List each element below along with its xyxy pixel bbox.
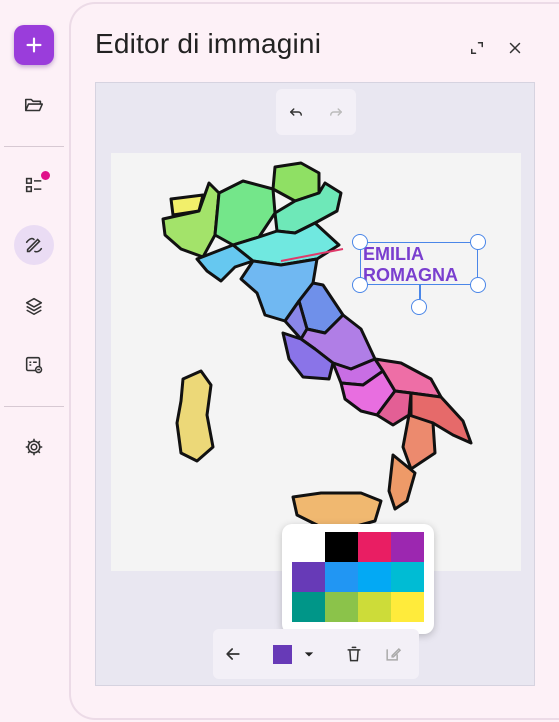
swatch-grid bbox=[292, 532, 424, 622]
arrow-left-icon bbox=[226, 648, 240, 660]
panel-title: Editor di immagini bbox=[95, 28, 322, 59]
color-swatch[interactable] bbox=[292, 592, 325, 622]
annotation-line-1: EMILIA bbox=[363, 244, 424, 264]
color-dropdown-button[interactable] bbox=[297, 642, 321, 666]
layers-button[interactable] bbox=[14, 286, 54, 326]
color-swatch[interactable] bbox=[358, 592, 391, 622]
editor-canvas[interactable]: EMILIA ROMAGNA bbox=[95, 82, 535, 686]
navigation-rail bbox=[0, 0, 68, 722]
rail-divider bbox=[4, 146, 64, 147]
color-swatch[interactable] bbox=[325, 562, 358, 592]
resize-handle-top-left[interactable] bbox=[352, 234, 368, 250]
redo-icon[interactable] bbox=[327, 103, 345, 121]
expand-button[interactable] bbox=[463, 34, 491, 62]
image-link-icon bbox=[25, 356, 43, 374]
gear-icon bbox=[25, 438, 43, 456]
rotate-handle-stem bbox=[419, 285, 421, 299]
resize-handle-bottom-right[interactable] bbox=[470, 277, 486, 293]
trash-icon bbox=[347, 646, 361, 662]
color-swatch[interactable] bbox=[292, 532, 325, 562]
delete-button[interactable] bbox=[342, 642, 366, 666]
settings-button[interactable] bbox=[14, 427, 54, 467]
image-editor-panel: Editor di immagini EMILIA ROMAGNA bbox=[69, 2, 559, 720]
color-swatch[interactable] bbox=[358, 532, 391, 562]
italy-map-image bbox=[161, 161, 473, 529]
media-button[interactable] bbox=[14, 345, 54, 385]
resize-handle-bottom-left[interactable] bbox=[352, 277, 368, 293]
add-button[interactable] bbox=[14, 25, 54, 65]
undo-icon[interactable] bbox=[287, 103, 305, 121]
image-area[interactable]: EMILIA ROMAGNA bbox=[111, 153, 521, 571]
expand-icon bbox=[471, 42, 483, 54]
rotate-handle[interactable] bbox=[411, 299, 427, 315]
color-palette bbox=[282, 524, 434, 634]
draw-icon bbox=[25, 237, 43, 253]
plus-icon bbox=[26, 37, 42, 53]
draw-button[interactable] bbox=[14, 225, 54, 265]
text-annotation[interactable]: EMILIA ROMAGNA bbox=[352, 234, 486, 315]
checklist-button[interactable] bbox=[14, 165, 54, 205]
history-toolbar bbox=[276, 89, 356, 135]
edit-button[interactable] bbox=[381, 642, 405, 666]
caret-down-icon bbox=[304, 652, 314, 657]
edit-icon bbox=[386, 647, 402, 661]
notification-badge bbox=[41, 171, 50, 180]
current-color-swatch[interactable] bbox=[273, 645, 292, 664]
annotation-toolbar bbox=[213, 629, 419, 679]
color-swatch[interactable] bbox=[292, 562, 325, 592]
open-folder-button[interactable] bbox=[14, 85, 54, 125]
annotation-line-2: ROMAGNA bbox=[363, 265, 458, 285]
color-swatch[interactable] bbox=[391, 592, 424, 622]
rail-divider bbox=[4, 406, 64, 407]
close-button[interactable] bbox=[501, 34, 529, 62]
resize-handle-top-right[interactable] bbox=[470, 234, 486, 250]
color-swatch[interactable] bbox=[325, 532, 358, 562]
color-swatch[interactable] bbox=[325, 592, 358, 622]
folder-open-icon bbox=[24, 98, 44, 112]
color-swatch[interactable] bbox=[391, 532, 424, 562]
color-swatch[interactable] bbox=[358, 562, 391, 592]
color-swatch[interactable] bbox=[391, 562, 424, 592]
back-button[interactable] bbox=[221, 642, 245, 666]
layers-icon bbox=[25, 297, 43, 316]
annotation-text[interactable]: EMILIA ROMAGNA bbox=[363, 244, 458, 286]
close-icon bbox=[509, 42, 521, 54]
